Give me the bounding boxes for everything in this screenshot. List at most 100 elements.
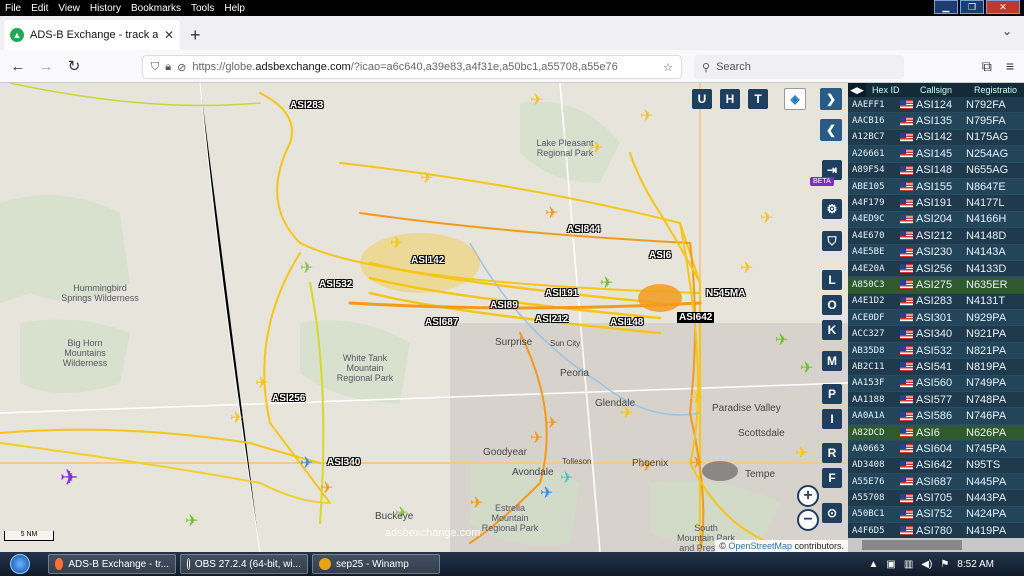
table-row[interactable]: A4E1D2 ASI283 N4131T xyxy=(848,294,1024,311)
toggle-p-button[interactable]: P xyxy=(822,384,842,404)
table-row[interactable]: A4E5BE ASI230 N4143A xyxy=(848,244,1024,261)
tray-app-icon[interactable]: ▣ xyxy=(886,559,895,570)
aircraft-label[interactable]: ASI212 xyxy=(535,314,568,325)
table-row[interactable]: A4F179 ASI191 N4177L xyxy=(848,195,1024,212)
new-tab-icon[interactable]: + xyxy=(190,20,201,50)
extensions-icon[interactable]: ⧉ xyxy=(982,58,992,75)
col-callsign[interactable]: Callsign xyxy=(900,85,966,95)
back-arrow-icon[interactable]: ← xyxy=(4,58,32,75)
reload-icon[interactable]: ↻ xyxy=(60,57,88,75)
aircraft-label[interactable]: ASI142 xyxy=(411,255,444,266)
zoom-out-button[interactable]: − xyxy=(797,509,819,531)
table-row[interactable]: ACE0DF ASI301 N929PA xyxy=(848,310,1024,327)
maximize-button[interactable]: ❐ xyxy=(960,0,984,14)
table-horizontal-scrollbar[interactable] xyxy=(848,538,1024,552)
table-row[interactable]: AD3408 ASI642 N95TS xyxy=(848,458,1024,474)
table-row[interactable]: AA153F ASI560 N749PA xyxy=(848,375,1024,393)
hierarchy-icon[interactable]: ⛉ xyxy=(822,231,842,251)
table-row[interactable]: A55708 ASI705 N443PA xyxy=(848,490,1024,507)
permissions-icon[interactable]: ⊘ xyxy=(177,61,186,74)
aircraft-label[interactable]: ASI6 xyxy=(649,250,671,261)
task-obs[interactable]: OBS 27.2.4 (64-bit, wi... xyxy=(180,554,308,574)
app-menu-icon[interactable]: ≡ xyxy=(1006,58,1014,75)
table-row[interactable]: AA1188 ASI577 N748PA xyxy=(848,392,1024,409)
chevron-left-icon[interactable]: ❮ xyxy=(820,119,842,141)
volume-icon[interactable]: ◀) xyxy=(921,559,932,570)
url-bar[interactable]: ⛉ 🔒︎ ⊘ https://globe.adsbexchange.com/?i… xyxy=(142,55,682,79)
menu-history[interactable]: History xyxy=(85,3,126,14)
aircraft-label[interactable]: ASI844 xyxy=(567,224,600,235)
table-row[interactable]: A4ED9C ASI204 N4166H xyxy=(848,211,1024,229)
table-row[interactable]: AA0663 ASI604 N745PA xyxy=(848,441,1024,458)
aircraft-label[interactable]: ASI256 xyxy=(272,393,305,404)
menu-tools[interactable]: Tools xyxy=(186,3,219,14)
table-row[interactable]: A4E20A ASI256 N4133D xyxy=(848,261,1024,278)
tab-close-icon[interactable]: ✕ xyxy=(164,28,174,42)
table-row[interactable]: A82DCD ASI6 N626PA xyxy=(848,424,1024,442)
aircraft-label[interactable]: ASI283 xyxy=(290,100,323,111)
task-winamp[interactable]: sep25 - Winamp xyxy=(312,554,440,574)
table-row[interactable]: ABE105 ASI155 N8647E xyxy=(848,178,1024,196)
toggle-m-button[interactable]: M xyxy=(822,351,842,371)
table-row[interactable]: AB2C11 ASI541 N819PA xyxy=(848,359,1024,376)
table-row[interactable]: A26661 ASI145 N254AG xyxy=(848,146,1024,163)
minimize-button[interactable]: ▁ xyxy=(934,0,958,14)
bookmark-star-icon[interactable]: ☆ xyxy=(663,61,673,74)
menu-help[interactable]: Help xyxy=(219,3,250,14)
zoom-in-button[interactable]: + xyxy=(797,485,819,507)
start-button[interactable] xyxy=(0,552,40,576)
search-field[interactable]: ⚲ Search xyxy=(694,55,904,79)
toggle-r-button[interactable]: R xyxy=(822,443,842,463)
network-icon[interactable]: ▥ xyxy=(904,559,913,570)
toggle-k-button[interactable]: K xyxy=(822,320,842,340)
table-row[interactable]: AAEFF1 ASI124 N792FA xyxy=(848,97,1024,114)
aircraft-label[interactable]: N545MA xyxy=(706,288,745,299)
toggle-i-button[interactable]: I xyxy=(822,409,842,429)
toggle-o-button[interactable]: O xyxy=(822,295,842,315)
table-row[interactable]: A12BC7 ASI142 N175AG xyxy=(848,130,1024,147)
tab-adsb[interactable]: ▲ ADS-B Exchange - track aircraft ✕ xyxy=(4,20,180,50)
clock[interactable]: 8:52 AM xyxy=(957,559,994,570)
tab-list-chevron-icon[interactable]: ⌄ xyxy=(1002,24,1012,38)
table-row[interactable]: A50BC1 ASI752 N424PA xyxy=(848,506,1024,524)
table-row[interactable]: A850C3 ASI275 N635ER xyxy=(848,277,1024,294)
toggle-h-button[interactable]: H xyxy=(720,89,740,109)
menu-view[interactable]: View xyxy=(53,3,85,14)
table-row[interactable]: AACB16 ASI135 N795FA xyxy=(848,113,1024,130)
aircraft-label[interactable]: ASI532 xyxy=(319,279,352,290)
task-firefox[interactable]: ADS-B Exchange - tr... xyxy=(48,554,176,574)
map-view[interactable]: ✈ ✈ ✈ ✈ ✈ ✈ ✈ ✈ ✈ ✈ ✈ ✈ ✈ ✈ ✈ ✈ ✈ ✈ ✈ ✈ … xyxy=(0,83,848,552)
lock-icon[interactable]: 🔒︎ xyxy=(165,61,171,74)
chevron-right-icon[interactable]: ❯ xyxy=(820,88,842,110)
table-row[interactable]: A55E76 ASI687 N445PA xyxy=(848,473,1024,491)
aircraft-label[interactable]: ASI89 xyxy=(490,300,518,311)
forward-arrow-icon[interactable]: → xyxy=(32,58,60,75)
col-registration[interactable]: Registratio xyxy=(966,85,1022,95)
tracking-shield-icon[interactable]: ⛉ xyxy=(151,61,159,74)
menu-edit[interactable]: Edit xyxy=(26,3,53,14)
table-row[interactable]: AA0A1A ASI586 N746PA xyxy=(848,408,1024,425)
aircraft-label[interactable]: ASI191 xyxy=(545,288,578,299)
collapse-arrows-icon[interactable]: ◀▶ xyxy=(848,83,866,97)
toggle-f-button[interactable]: F xyxy=(822,468,842,488)
toggle-t-button[interactable]: T xyxy=(748,89,768,109)
close-window-button[interactable]: ✕ xyxy=(986,0,1020,14)
toggle-u-button[interactable]: U xyxy=(692,89,712,109)
aircraft-label[interactable]: ASI642 xyxy=(677,312,715,323)
table-row[interactable]: ACC327 ASI340 N921PA xyxy=(848,326,1024,343)
menu-bookmarks[interactable]: Bookmarks xyxy=(126,3,186,14)
table-row[interactable]: A89F54 ASI148 N655AG xyxy=(848,163,1024,179)
menu-file[interactable]: File xyxy=(0,3,26,14)
layers-icon[interactable]: ◈ xyxy=(784,88,806,110)
settings-gear-icon[interactable]: ⚙ xyxy=(822,199,842,219)
aircraft-label[interactable]: ASI340 xyxy=(327,457,360,468)
toggle-l-button[interactable]: L xyxy=(822,270,842,290)
url-text[interactable]: https://globe.adsbexchange.com/?icao=a6c… xyxy=(192,61,657,73)
aircraft-label[interactable]: ASI687 xyxy=(425,317,458,328)
replay-icon[interactable]: ⊙ xyxy=(822,503,842,523)
table-row[interactable]: A4E670 ASI212 N4148D xyxy=(848,228,1024,245)
osm-link[interactable]: OpenStreetMap xyxy=(728,541,792,551)
flag-icon[interactable]: ⚑ xyxy=(940,559,949,570)
tray-chevron-icon[interactable]: ▲ xyxy=(868,559,878,570)
table-row[interactable]: AB35D8 ASI532 N821PA xyxy=(848,342,1024,360)
